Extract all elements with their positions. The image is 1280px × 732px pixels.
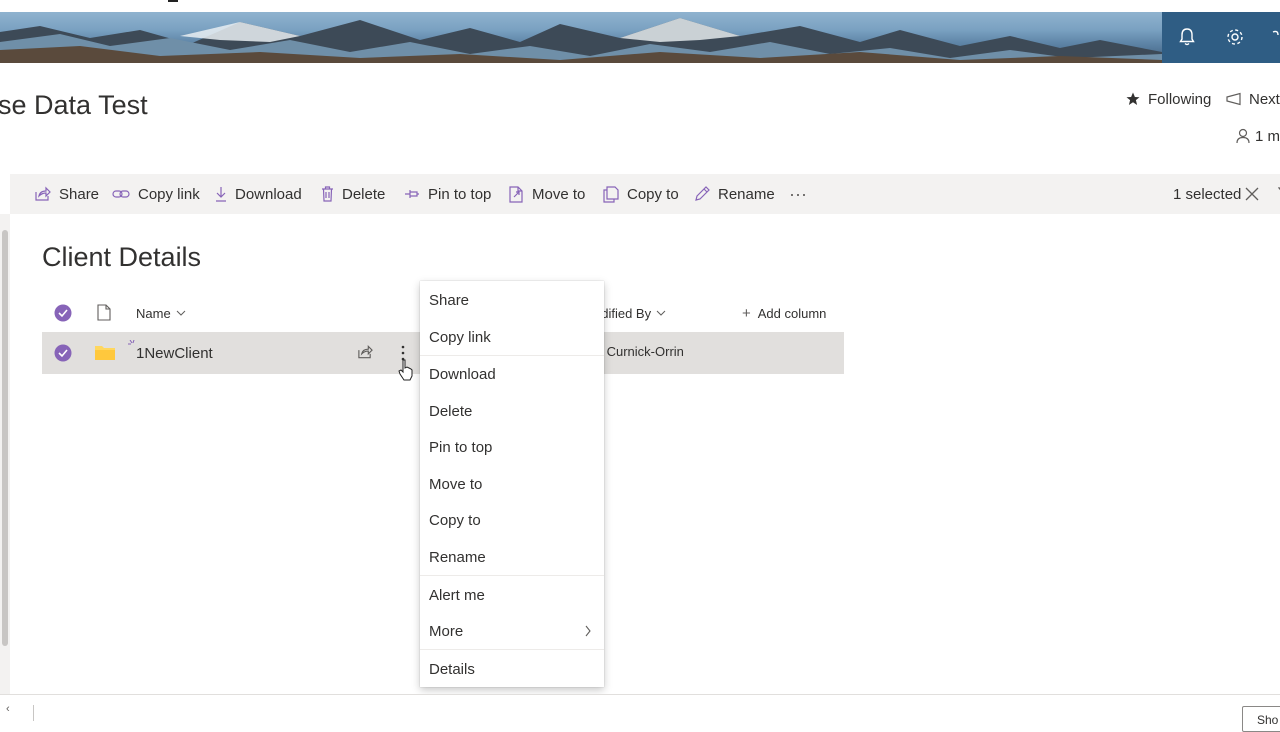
folder-icon: [95, 346, 115, 360]
menu-item-label: Pin to top: [429, 438, 493, 456]
menu-item-label: Download: [429, 365, 496, 383]
new-item-icon: [128, 340, 135, 345]
delete-label: Delete: [342, 185, 386, 203]
star-icon: [1126, 92, 1140, 105]
chevron-down-icon: [656, 310, 666, 316]
members-label: 1 m: [1255, 127, 1280, 145]
delete-button[interactable]: Delete: [321, 174, 385, 214]
next-icon: [1226, 92, 1241, 106]
following-button[interactable]: Following: [1126, 89, 1211, 109]
command-bar: Share Copy link Download Delete Pin to t…: [10, 174, 1280, 214]
cursor-icon: [398, 359, 413, 381]
show-button[interactable]: Sho: [1242, 706, 1280, 732]
browser-top-strip: [0, 0, 1280, 12]
row-name-label: 1NewClient: [136, 344, 213, 362]
column-name-label: Name: [136, 305, 171, 321]
menu-item-pin-to-top[interactable]: Pin to top: [420, 429, 604, 465]
copy-link-button[interactable]: Copy link: [112, 174, 200, 214]
menu-item-label: Details: [429, 660, 475, 678]
link-icon: [112, 190, 130, 198]
row-name-link[interactable]: 1NewClient: [128, 332, 213, 374]
menu-item-details[interactable]: Details: [420, 651, 604, 687]
scrollbar-thumb[interactable]: [2, 230, 8, 646]
copy-link-label: Copy link: [138, 185, 200, 203]
person-icon: [1236, 128, 1250, 144]
rename-button[interactable]: Rename: [694, 174, 775, 214]
move-to-label: Move to: [532, 185, 586, 203]
menu-item-label: Rename: [429, 548, 486, 566]
next-button[interactable]: Next: [1226, 89, 1280, 109]
members-button[interactable]: 1 m: [1236, 126, 1280, 146]
check-circle-icon[interactable]: [54, 304, 72, 322]
row-modified-by: ck Curnick-Orrin: [590, 343, 684, 359]
column-header-name[interactable]: Name: [136, 298, 186, 328]
column-header-modified-by[interactable]: odified By: [594, 298, 666, 328]
share-button[interactable]: Share: [34, 174, 99, 214]
menu-item-more[interactable]: More: [420, 613, 604, 649]
check-circle-icon[interactable]: [54, 344, 72, 362]
gear-icon[interactable]: [1224, 26, 1246, 48]
pin-to-top-label: Pin to top: [428, 185, 492, 203]
menu-divider: [420, 649, 604, 650]
delete-icon: [322, 186, 333, 202]
add-column-label: Add column: [757, 305, 827, 321]
menu-item-label: Copy link: [429, 328, 491, 346]
move-icon: [509, 185, 523, 203]
download-button[interactable]: Download: [215, 174, 302, 214]
mountain-banner-image: [0, 18, 1162, 63]
rename-label: Rename: [718, 185, 775, 203]
menu-item-rename[interactable]: Rename: [420, 539, 604, 575]
bottom-divider: [33, 705, 34, 721]
close-icon[interactable]: [1244, 186, 1260, 202]
menu-item-delete[interactable]: Delete: [420, 393, 604, 429]
top-mark: [168, 0, 178, 2]
help-icon[interactable]: [1270, 26, 1280, 48]
copy-to-button[interactable]: Copy to: [603, 174, 679, 214]
download-label: Download: [235, 185, 302, 203]
context-menu: Share Copy link Download Delete Pin to t…: [420, 281, 604, 687]
next-label: Next: [1249, 90, 1280, 108]
site-title: se Data Test: [0, 90, 148, 120]
menu-item-label: Move to: [429, 475, 483, 493]
menu-item-label: Delete: [429, 402, 473, 420]
menu-item-download[interactable]: Download: [420, 356, 604, 392]
share-icon[interactable]: [357, 344, 373, 360]
menu-item-share[interactable]: Share: [420, 282, 604, 318]
pin-to-top-button[interactable]: Pin to top: [404, 174, 491, 214]
header-banner: [0, 12, 1280, 63]
menu-item-alert-me[interactable]: Alert me: [420, 577, 604, 613]
chevron-down-icon: [176, 310, 186, 316]
add-column-button[interactable]: + Add column: [742, 298, 826, 328]
menu-item-label: More: [429, 622, 464, 640]
menu-item-move-to[interactable]: Move to: [420, 466, 604, 502]
selected-count: 1 selected: [1173, 185, 1242, 203]
menu-item-label: Share: [429, 291, 470, 309]
move-to-button[interactable]: Move to: [509, 174, 585, 214]
bell-icon[interactable]: [1176, 26, 1198, 48]
pin-icon: [405, 190, 419, 198]
library-title: Client Details: [42, 242, 202, 272]
menu-item-copy-link[interactable]: Copy link: [420, 319, 604, 355]
file-icon: [97, 304, 111, 321]
chevron-right-icon: [585, 625, 591, 637]
left-scrollbar[interactable]: [0, 214, 10, 694]
share-icon: [35, 186, 51, 201]
rename-icon: [695, 186, 710, 201]
menu-item-label: Copy to: [429, 511, 481, 529]
menu-item-label: Alert me: [429, 586, 485, 604]
bottom-left-glyph: ‹: [6, 703, 10, 715]
more-commands-button[interactable]: ···: [789, 174, 807, 214]
copy-icon: [603, 185, 619, 203]
following-label: Following: [1148, 90, 1212, 108]
menu-item-copy-to[interactable]: Copy to: [420, 502, 604, 538]
share-label: Share: [59, 185, 100, 203]
plus-icon: +: [742, 304, 751, 322]
copy-to-label: Copy to: [627, 185, 679, 203]
menu-divider: [420, 575, 604, 576]
download-icon: [216, 187, 226, 202]
bottom-bar: ‹: [0, 694, 1280, 721]
